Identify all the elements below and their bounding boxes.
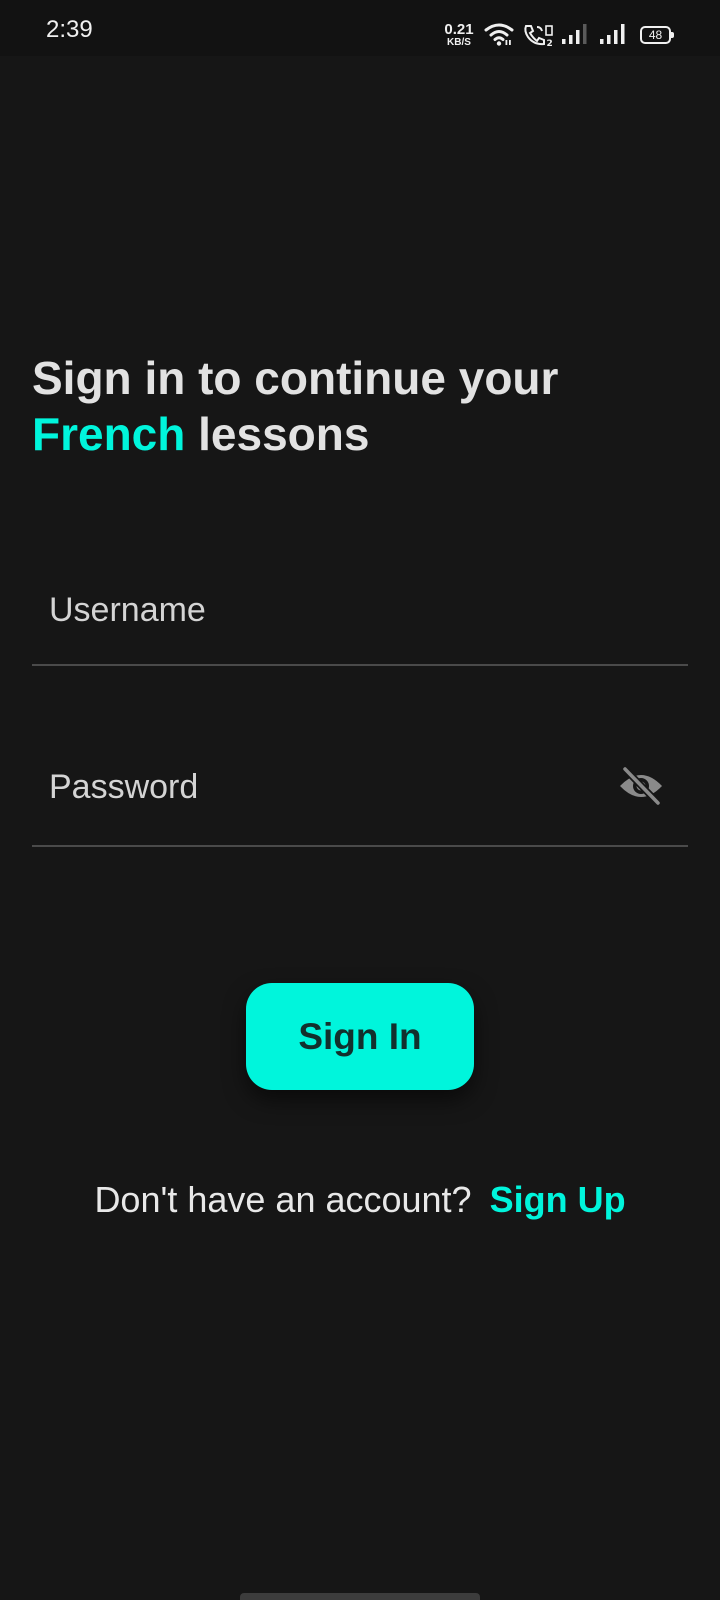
status-bar: 2:39 0.21 KB/S 2 48	[0, 0, 720, 56]
battery-icon: 48	[640, 26, 674, 44]
sign-up-link[interactable]: Sign Up	[490, 1179, 626, 1220]
svg-text:2: 2	[547, 39, 553, 48]
signal-icon	[600, 24, 625, 44]
network-speed: 0.21 KB/S	[442, 22, 476, 48]
password-input[interactable]	[32, 730, 688, 845]
network-speed-unit: KB/S	[447, 37, 471, 48]
network-speed-value: 0.21	[444, 21, 474, 38]
sign-in-button[interactable]: Sign In	[246, 983, 474, 1090]
username-input[interactable]	[32, 556, 688, 664]
username-field	[32, 556, 688, 666]
signup-prompt: Don't have an account?	[94, 1179, 472, 1220]
eye-off-icon[interactable]	[618, 766, 664, 806]
title-language: French	[32, 408, 186, 460]
title-rest: lessons	[185, 408, 370, 460]
title-line-1: Sign in to continue your	[32, 352, 559, 404]
signal-icon	[562, 24, 587, 44]
volte-call-icon: 2	[524, 25, 553, 48]
password-field	[32, 730, 688, 847]
gesture-bar[interactable]	[240, 1593, 480, 1600]
page-title: Sign in to continue your French lessons	[32, 350, 692, 462]
wifi-icon	[484, 23, 514, 46]
status-time: 2:39	[46, 16, 93, 43]
signup-row: Don't have an account? Sign Up	[0, 1178, 720, 1222]
